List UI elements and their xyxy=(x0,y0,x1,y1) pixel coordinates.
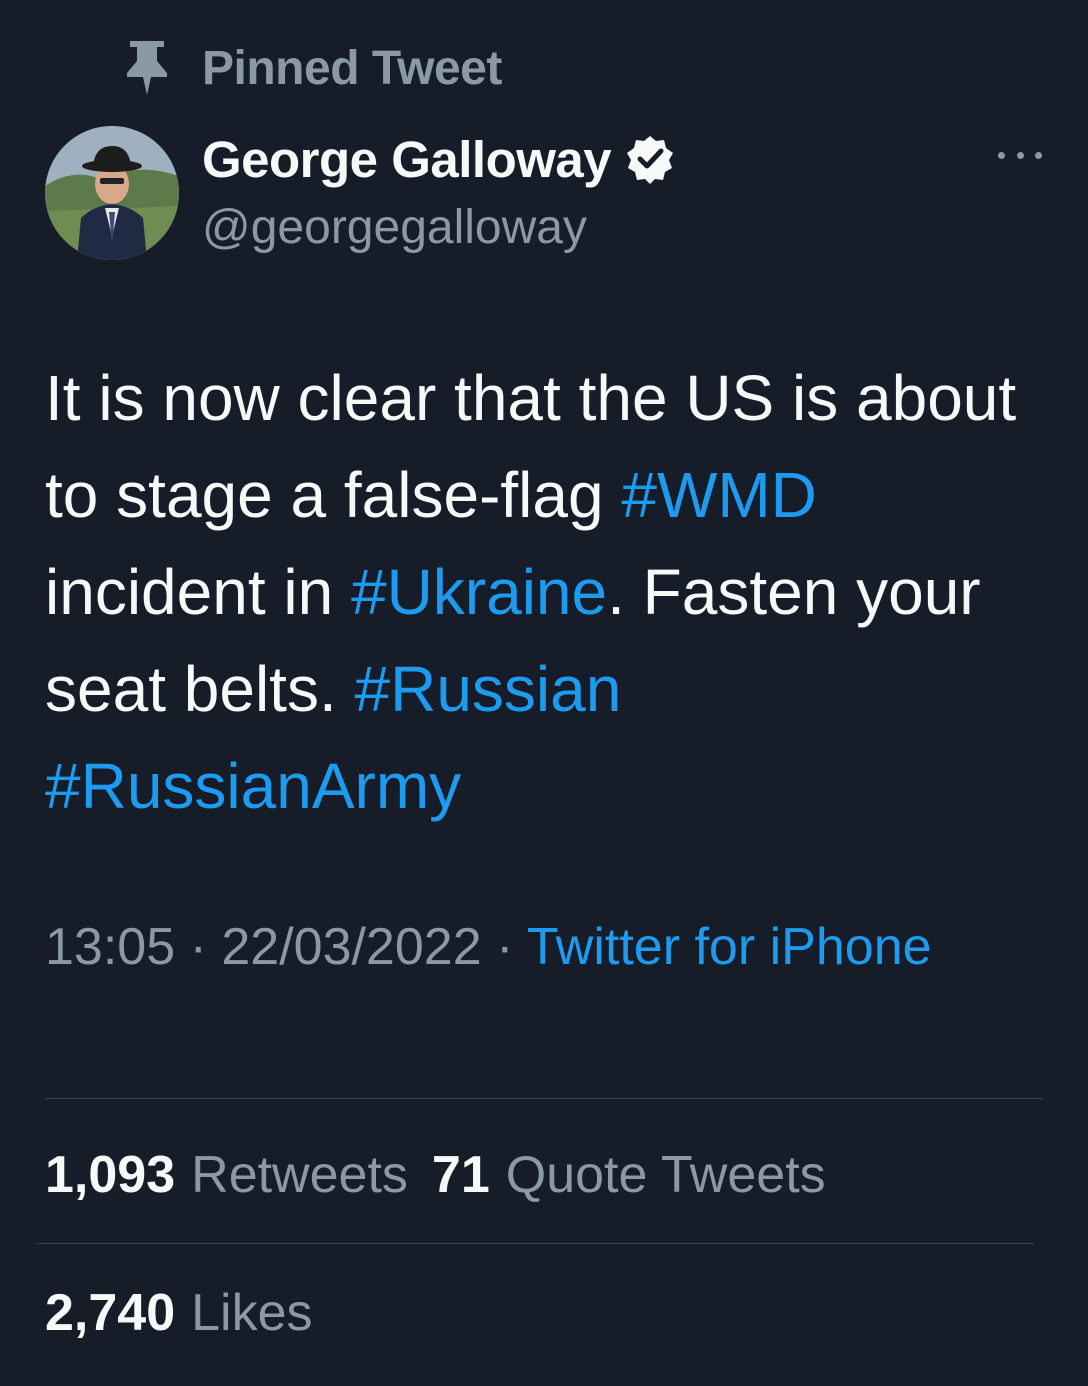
tweet-text-segment: It is now clear that the US is about to … xyxy=(45,362,1017,531)
hashtag-link[interactable]: #Ukraine xyxy=(351,556,607,628)
retweets-count[interactable]: 1,093 xyxy=(45,1145,175,1205)
hashtag-link[interactable]: #RussianArmy xyxy=(45,750,461,822)
engagement-stats: 1,093 Retweets 71 Quote Tweets xyxy=(45,1142,850,1208)
likes-count[interactable]: 2,740 xyxy=(45,1283,175,1343)
tweet-source-link[interactable]: Twitter for iPhone xyxy=(527,918,932,976)
pin-icon xyxy=(120,38,174,98)
tweet-time[interactable]: 13:05 xyxy=(45,918,175,976)
tweet-meta: 13:05 · 22/03/2022 · Twitter for iPhone xyxy=(45,910,945,984)
meta-separator: · xyxy=(481,918,527,976)
quote-tweets-count[interactable]: 71 xyxy=(432,1145,490,1205)
verified-badge-icon xyxy=(625,134,675,184)
pinned-tweet-indicator: Pinned Tweet xyxy=(120,38,502,98)
hashtag-link[interactable]: #WMD xyxy=(621,459,817,531)
meta-separator: · xyxy=(175,918,222,976)
author-handle[interactable]: @georgegalloway xyxy=(202,200,587,255)
divider xyxy=(36,1243,1034,1244)
likes-stat: 2,740 Likes xyxy=(45,1280,337,1346)
likes-label[interactable]: Likes xyxy=(191,1283,312,1343)
avatar[interactable] xyxy=(45,126,179,260)
more-options-icon[interactable] xyxy=(998,140,1042,170)
retweets-label[interactable]: Retweets xyxy=(191,1145,408,1205)
author-name[interactable]: George Galloway xyxy=(202,130,612,189)
quote-tweets-label[interactable]: Quote Tweets xyxy=(506,1145,826,1205)
tweet-date[interactable]: 22/03/2022 xyxy=(221,918,481,976)
divider xyxy=(45,1098,1043,1099)
pinned-label: Pinned Tweet xyxy=(202,41,502,95)
author-name-row[interactable]: George Galloway xyxy=(202,128,675,190)
tweet-text: It is now clear that the US is about to … xyxy=(45,350,1045,835)
tweet-text-segment: incident in xyxy=(45,556,351,628)
hashtag-link[interactable]: #Russian xyxy=(355,653,622,725)
